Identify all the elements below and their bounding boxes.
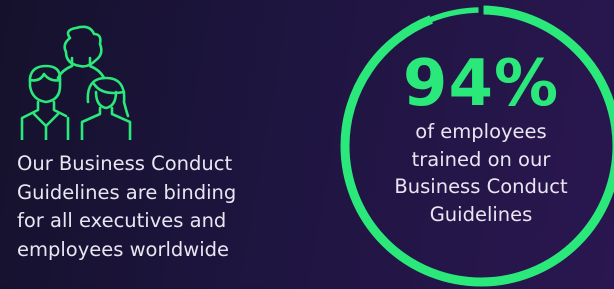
stat-caption: of employees trained on our Business Con… <box>394 120 568 226</box>
stat-value: 94% <box>402 47 560 121</box>
description-text: Our Business Conduct Guidelines are bind… <box>17 152 237 261</box>
people-group-icon <box>20 25 132 140</box>
stat-block: 94% of employees trained on our Business… <box>371 52 591 228</box>
